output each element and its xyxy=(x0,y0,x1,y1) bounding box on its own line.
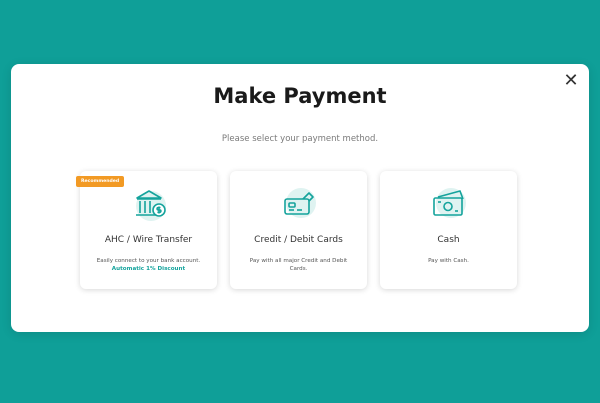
card-description: Easily connect to your bank account. Aut… xyxy=(92,257,205,273)
card-description: Pay with all major Credit and Debit Card… xyxy=(249,258,348,272)
payment-options: Recommended AHC / Wire Transfer Easily c… xyxy=(76,171,517,289)
credit-card-icon xyxy=(279,186,319,222)
modal-subtitle: Please select your payment method. xyxy=(221,134,379,144)
payment-option-card[interactable]: Credit / Debit Cards Pay with all major … xyxy=(230,171,367,289)
modal-title: Make Payment xyxy=(213,84,387,108)
card-title: AHC / Wire Transfer xyxy=(104,235,193,245)
discount-highlight: Automatic 1% Discount xyxy=(111,266,186,272)
payment-option-bank-transfer[interactable]: Recommended AHC / Wire Transfer Easily c… xyxy=(76,171,217,289)
card-description: Pay with Cash. xyxy=(428,258,469,264)
card-desc-text: Easily connect to your bank account. xyxy=(96,258,201,264)
card-title: Credit / Debit Cards xyxy=(254,235,343,245)
card-title: Cash xyxy=(437,235,460,245)
recommended-badge: Recommended xyxy=(76,176,125,187)
payment-option-cash[interactable]: Cash Pay with Cash. xyxy=(380,171,517,289)
payment-modal: ✕ Make Payment Please select your paymen… xyxy=(11,64,589,332)
bank-icon xyxy=(129,186,169,222)
cash-icon xyxy=(429,186,469,222)
